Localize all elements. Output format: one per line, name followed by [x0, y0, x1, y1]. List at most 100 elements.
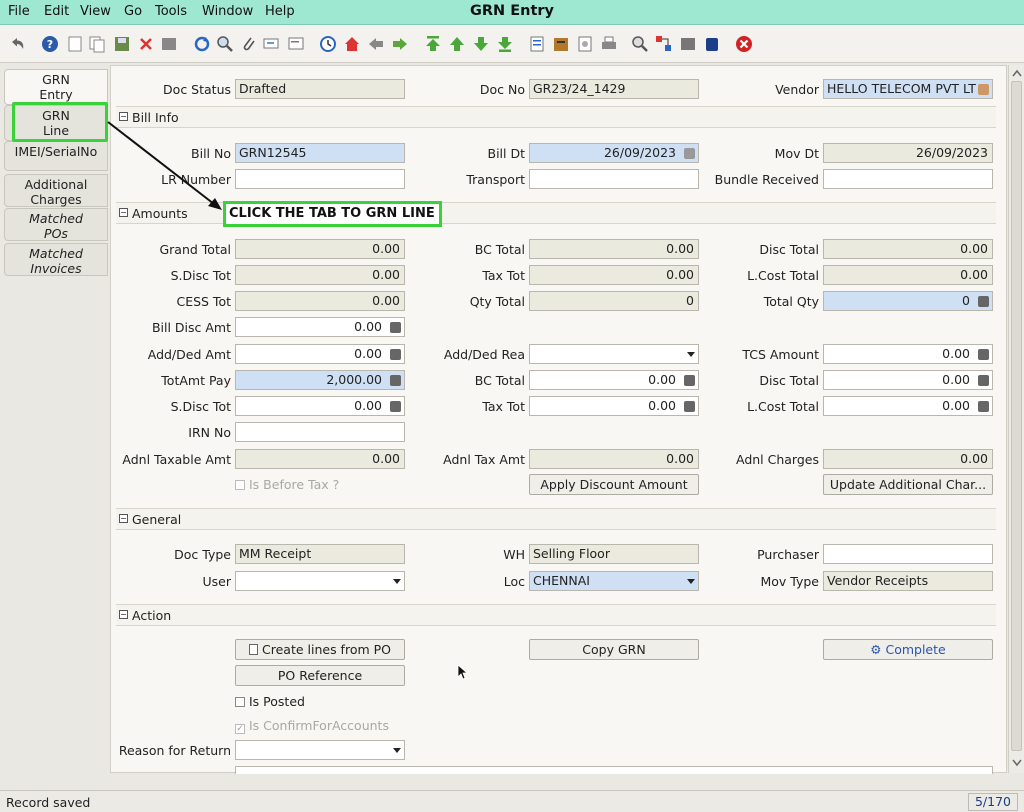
undo-icon[interactable]: [8, 35, 26, 53]
bc-total2-input[interactable]: 0.00: [529, 370, 699, 390]
calculator-icon[interactable]: [390, 349, 401, 360]
bundle-received-input[interactable]: [823, 169, 993, 189]
purchaser-input[interactable]: [823, 544, 993, 564]
is-posted-checkbox[interactable]: Is Posted: [235, 694, 305, 709]
calculator-icon[interactable]: [390, 322, 401, 333]
scroll-down-icon[interactable]: [1012, 759, 1022, 767]
calculator-icon[interactable]: [978, 296, 989, 307]
bill-dt-input[interactable]: 26/09/2023: [529, 143, 699, 163]
is-before-tax-checkbox[interactable]: Is Before Tax ?: [235, 477, 339, 492]
bill-disc-amt-input[interactable]: 0.00: [235, 317, 405, 337]
chevron-down-icon[interactable]: [393, 579, 401, 584]
user-select[interactable]: [235, 571, 405, 591]
archive-icon[interactable]: [552, 35, 570, 53]
delete-icon[interactable]: [137, 35, 155, 53]
calculator-icon[interactable]: [978, 401, 989, 412]
close-window-icon[interactable]: [735, 35, 753, 53]
svg-text:?: ?: [47, 38, 53, 51]
tab-matched-pos[interactable]: Matched POs: [4, 208, 108, 241]
calculator-icon[interactable]: [978, 349, 989, 360]
collapse-icon[interactable]: −: [119, 112, 128, 121]
chevron-down-icon[interactable]: [687, 579, 695, 584]
history-icon[interactable]: [319, 35, 337, 53]
disc-total2-input[interactable]: 0.00: [823, 370, 993, 390]
vendor-field[interactable]: HELLO TELECOM PVT LT: [823, 79, 993, 99]
delete-selection-icon[interactable]: [160, 35, 178, 53]
vendor-lookup-icon[interactable]: [978, 84, 989, 95]
previous-record-icon[interactable]: [448, 35, 466, 53]
calendar-icon[interactable]: [684, 148, 695, 159]
last-record-icon[interactable]: [496, 35, 514, 53]
tab-imei-serialno[interactable]: IMEI/SerialNo: [4, 141, 108, 171]
workflow-icon[interactable]: [655, 35, 673, 53]
gear-icon: ⚙: [870, 642, 886, 657]
vertical-scrollbar[interactable]: [1008, 65, 1024, 773]
copy-record-icon[interactable]: [88, 35, 106, 53]
home-icon[interactable]: [343, 35, 361, 53]
product-info-icon[interactable]: [703, 35, 721, 53]
total-qty-input[interactable]: 0: [823, 291, 993, 311]
window-title: GRN Entry: [469, 3, 554, 19]
loc-label: Loc: [503, 574, 525, 589]
totamt-pay-input[interactable]: 2,000.00: [235, 370, 405, 390]
forward-icon[interactable]: [391, 35, 409, 53]
request-icon[interactable]: [679, 35, 697, 53]
next-record-icon[interactable]: [472, 35, 490, 53]
print-preview-icon[interactable]: [576, 35, 594, 53]
bill-no-input[interactable]: GRN12545: [235, 143, 405, 163]
add-ded-amt-input[interactable]: 0.00: [235, 344, 405, 364]
save-icon[interactable]: [113, 35, 131, 53]
tab-matched-invoices[interactable]: Matched Invoices: [4, 243, 108, 276]
calculator-icon[interactable]: [390, 375, 401, 386]
print-icon[interactable]: [600, 35, 618, 53]
section-general[interactable]: − General: [116, 508, 996, 530]
sdisc-tot2-input[interactable]: 0.00: [235, 396, 405, 416]
copy-grn-button[interactable]: Copy GRN: [529, 639, 699, 660]
po-reference-button[interactable]: PO Reference: [235, 665, 405, 686]
tcs-amount-input[interactable]: 0.00: [823, 344, 993, 364]
lcost-total2-input[interactable]: 0.00: [823, 396, 993, 416]
notes-icon[interactable]: [287, 35, 305, 53]
calculator-icon[interactable]: [684, 375, 695, 386]
is-confirm-for-accounts-checkbox[interactable]: ✓ Is ConfirmForAccounts: [235, 718, 389, 734]
section-bill-info[interactable]: − Bill Info: [116, 106, 996, 128]
loc-select[interactable]: CHENNAI: [529, 571, 699, 591]
collapse-icon[interactable]: −: [119, 208, 128, 217]
collapse-icon[interactable]: −: [119, 514, 128, 523]
chat-icon[interactable]: [263, 35, 281, 53]
create-lines-from-po-button[interactable]: Create lines from PO: [235, 639, 405, 660]
reason-for-return-select[interactable]: [235, 740, 405, 760]
irn-no-input[interactable]: [235, 422, 405, 442]
lr-number-input[interactable]: [235, 169, 405, 189]
calculator-icon[interactable]: [978, 375, 989, 386]
tab-grn-entry[interactable]: GRN Entry: [4, 69, 108, 105]
find-icon[interactable]: [216, 35, 234, 53]
calculator-icon[interactable]: [390, 401, 401, 412]
transport-input[interactable]: [529, 169, 699, 189]
attachment-icon[interactable]: [240, 35, 258, 53]
tax-tot-label: Tax Tot: [482, 268, 525, 283]
description-field[interactable]: [235, 766, 993, 774]
report-icon[interactable]: [528, 35, 546, 53]
chevron-down-icon[interactable]: [687, 352, 695, 357]
section-action[interactable]: − Action: [116, 604, 996, 626]
bill-dt-label: Bill Dt: [487, 146, 526, 161]
first-record-icon[interactable]: [424, 35, 442, 53]
collapse-icon[interactable]: −: [119, 610, 128, 619]
record-counter[interactable]: 5/170: [968, 793, 1018, 811]
tax-tot2-input[interactable]: 0.00: [529, 396, 699, 416]
scroll-thumb[interactable]: [1011, 81, 1022, 751]
refresh-icon[interactable]: [193, 35, 211, 53]
calculator-icon[interactable]: [684, 401, 695, 412]
back-icon[interactable]: [367, 35, 385, 53]
tab-additional-charges[interactable]: Additional Charges: [4, 174, 108, 207]
help-icon[interactable]: ?: [41, 35, 59, 53]
zoom-across-icon[interactable]: [631, 35, 649, 53]
add-ded-rea-select[interactable]: [529, 344, 699, 364]
scroll-up-icon[interactable]: [1012, 69, 1022, 77]
complete-button[interactable]: ⚙ Complete: [823, 639, 993, 660]
new-record-icon[interactable]: [66, 35, 84, 53]
apply-discount-button[interactable]: Apply Discount Amount: [529, 474, 699, 495]
update-additional-charges-button[interactable]: Update Additional Char...: [823, 474, 993, 495]
chevron-down-icon[interactable]: [393, 748, 401, 753]
